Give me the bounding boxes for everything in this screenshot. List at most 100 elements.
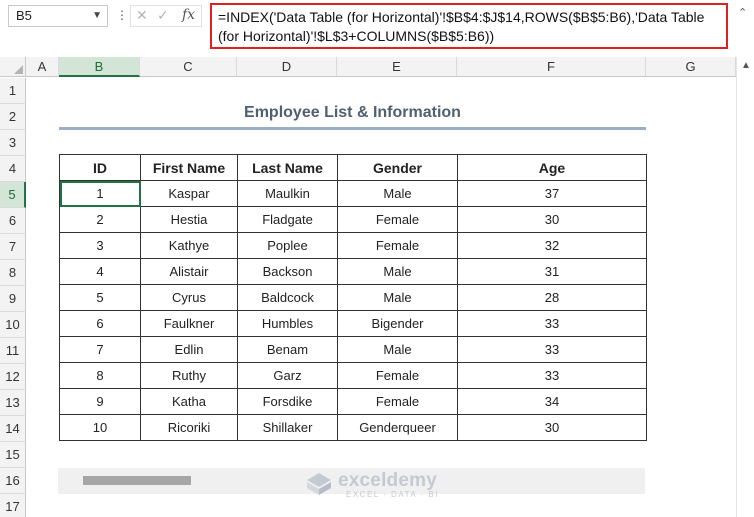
row-header-1[interactable]: 1 [0,78,26,104]
table-cell[interactable]: 33 [457,362,647,389]
table-cell[interactable]: Kaspar [140,180,238,207]
table-cell[interactable]: 8 [59,362,141,389]
chevron-down-icon[interactable]: ▼ [92,6,102,26]
horizontal-scroll-thumb[interactable] [83,476,191,485]
table-row: 2 Hestia Fladgate Female 30 [59,206,647,233]
formula-input[interactable]: =INDEX('Data Table (for Horizontal)'!$B$… [210,3,728,49]
formula-buttons: ✕ ✓ fx [130,5,202,27]
table-cell[interactable]: 30 [457,414,647,441]
table-cell[interactable]: Fladgate [237,206,338,233]
table-cell[interactable]: Backson [237,258,338,285]
column-heading-first-name[interactable]: First Name [140,154,238,181]
watermark-tagline: EXCEL · DATA · BI [346,490,439,499]
column-header-e[interactable]: E [337,57,457,77]
table-cell[interactable]: 9 [59,388,141,415]
select-all-corner[interactable] [0,57,26,77]
table-cell[interactable]: Katha [140,388,238,415]
cancel-icon[interactable]: ✕ [136,7,148,24]
table-cell[interactable]: Maulkin [237,180,338,207]
column-heading-gender[interactable]: Gender [337,154,458,181]
enter-check-icon[interactable]: ✓ [157,7,169,24]
table-cell[interactable]: Alistair [140,258,238,285]
scroll-up-icon[interactable]: ▲ [741,60,751,71]
table-row: 7 Edlin Benam Male 33 [59,336,647,363]
table-cell[interactable]: Baldcock [237,284,338,311]
row-header-12[interactable]: 12 [0,364,26,390]
row-header-13[interactable]: 13 [0,390,26,416]
row-header-5[interactable]: 5 [0,182,26,208]
table-cell[interactable]: Poplee [237,232,338,259]
table-cell[interactable]: 2 [59,206,141,233]
formula-bar-area: B5 ▼ ⋮ ✕ ✓ fx =INDEX('Data Table (for Ho… [0,0,754,55]
table-cell[interactable]: 33 [457,310,647,337]
table-cell[interactable]: Humbles [237,310,338,337]
row-header-17[interactable]: 17 [0,494,26,517]
row-header-2[interactable]: 2 [0,104,26,130]
table-cell[interactable]: 4 [59,258,141,285]
sheet-title[interactable]: Employee List & Information [59,104,646,127]
row-header-10[interactable]: 10 [0,312,26,338]
column-heading-id[interactable]: ID [59,154,141,181]
table-cell[interactable]: Shillaker [237,414,338,441]
table-cell[interactable]: 32 [457,232,647,259]
table-cell[interactable]: 37 [457,180,647,207]
table-cell[interactable]: 1 [59,180,141,207]
column-header-d[interactable]: D [237,57,337,77]
vertical-scrollbar[interactable]: ▲ [736,57,754,517]
column-header-g[interactable]: G [646,57,736,77]
insert-function-icon[interactable]: fx [182,7,195,23]
table-cell[interactable]: Garz [237,362,338,389]
table-cell[interactable]: Edlin [140,336,238,363]
table-cell[interactable]: Male [337,336,458,363]
table-body: 1 Kaspar Maulkin Male 37 2 Hestia Fladgate Femal… [59,180,647,441]
table-cell[interactable]: 3 [59,232,141,259]
table-cell[interactable]: 28 [457,284,647,311]
row-header-7[interactable]: 7 [0,234,26,260]
collapse-formula-bar-icon[interactable]: ⌃ [738,6,747,19]
column-header-a[interactable]: A [26,57,59,77]
row-header-6[interactable]: 6 [0,208,26,234]
row-header-16[interactable]: 16 [0,468,26,494]
column-header-b[interactable]: B [59,57,140,77]
table-cell[interactable]: Male [337,258,458,285]
row-header-8[interactable]: 8 [0,260,26,286]
table-cell[interactable]: Ricoriki [140,414,238,441]
table-cell[interactable]: 33 [457,336,647,363]
row-header-3[interactable]: 3 [0,130,26,156]
table-cell[interactable]: 34 [457,388,647,415]
table-cell[interactable]: 7 [59,336,141,363]
table-cell[interactable]: Male [337,180,458,207]
table-row: 6 Faulkner Humbles Bigender 33 [59,310,647,337]
table-cell[interactable]: 6 [59,310,141,337]
column-heading-age[interactable]: Age [457,154,647,181]
table-cell[interactable]: Bigender [337,310,458,337]
name-box[interactable]: B5 ▼ [8,5,108,27]
table-cell[interactable]: Female [337,232,458,259]
table-cell[interactable]: Genderqueer [337,414,458,441]
table-cell[interactable]: Kathye [140,232,238,259]
column-heading-last-name[interactable]: Last Name [237,154,338,181]
column-header-c[interactable]: C [140,57,237,77]
table-cell[interactable]: Faulkner [140,310,238,337]
table-cell[interactable]: Hestia [140,206,238,233]
table-cell[interactable]: Ruthy [140,362,238,389]
more-options-icon[interactable]: ⋮ [116,8,128,22]
column-header-f[interactable]: F [457,57,646,77]
table-cell[interactable]: 10 [59,414,141,441]
table-cell[interactable]: 5 [59,284,141,311]
table-cell[interactable]: Forsdike [237,388,338,415]
table-cell[interactable]: Cyrus [140,284,238,311]
table-cell[interactable]: Female [337,206,458,233]
row-header-15[interactable]: 15 [0,442,26,468]
row-header-11[interactable]: 11 [0,338,26,364]
formula-line-2: (for Horizontal)'!$L$3+COLUMNS($B$5:B6)) [218,28,495,44]
row-header-14[interactable]: 14 [0,416,26,442]
table-cell[interactable]: 30 [457,206,647,233]
table-cell[interactable]: Female [337,362,458,389]
table-cell[interactable]: Female [337,388,458,415]
row-header-4[interactable]: 4 [0,156,26,182]
table-cell[interactable]: Male [337,284,458,311]
row-header-9[interactable]: 9 [0,286,26,312]
table-cell[interactable]: Benam [237,336,338,363]
table-cell[interactable]: 31 [457,258,647,285]
